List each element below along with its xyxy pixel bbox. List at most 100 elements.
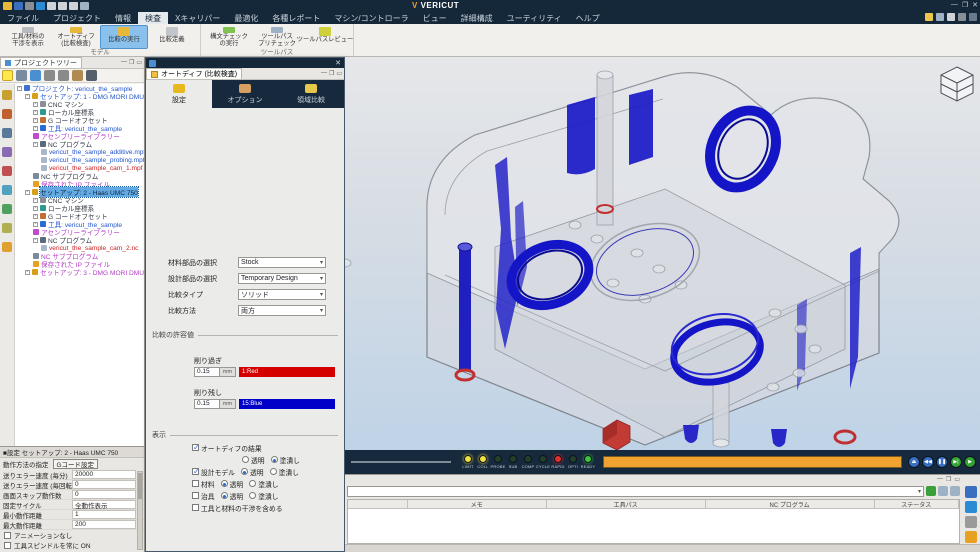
dialog-tab-オプション[interactable]: オプション [212, 80, 278, 108]
save-icon[interactable] [14, 2, 23, 10]
radio-button[interactable] [241, 468, 248, 475]
expander-icon[interactable]: - [33, 102, 38, 107]
menu-10[interactable]: ユーティリティ [500, 12, 569, 25]
expander-icon[interactable]: - [33, 142, 38, 147]
redo-icon[interactable] [58, 70, 69, 81]
menu-6[interactable]: 各種レポート [265, 12, 327, 25]
play-button[interactable]: ▶ [964, 456, 976, 468]
tree-item[interactable]: vericut_the_sample_additive.mpf [15, 148, 144, 156]
expander-icon[interactable]: - [33, 238, 38, 243]
logger-ctl-2[interactable]: ▭ [954, 476, 960, 483]
collapse-ribbon-icon[interactable] [969, 13, 977, 21]
lock-icon[interactable] [2, 109, 12, 119]
gears-icon[interactable] [2, 147, 12, 157]
log-note-icon[interactable] [965, 531, 977, 543]
menu-11[interactable]: ヘルプ [569, 12, 607, 25]
info-icon[interactable] [36, 2, 45, 10]
expander-icon[interactable]: - [33, 110, 38, 115]
tree-item[interactable]: -NC プログラム [15, 140, 144, 148]
machine-bank-icon[interactable] [16, 70, 27, 81]
rewind-button[interactable]: ◀◀ [922, 456, 934, 468]
expander-icon[interactable]: - [25, 94, 30, 99]
tree-item[interactable]: vericut_the_sample_probing.mpf [15, 156, 144, 164]
search-binoculars-icon[interactable] [86, 70, 97, 81]
field-select-3[interactable]: 両方▾ [238, 305, 326, 316]
field-select-0[interactable]: Stock▾ [238, 257, 326, 268]
3d-viewport[interactable] [345, 57, 980, 450]
graph-icon[interactable] [2, 204, 12, 214]
tree-item[interactable]: -NC プログラム [15, 236, 144, 244]
dialog-ctl-1[interactable]: ❐ [329, 70, 334, 77]
expander-icon[interactable]: - [33, 222, 38, 227]
checkbox[interactable] [192, 504, 199, 511]
layout-split-icon[interactable] [58, 2, 67, 10]
stop-button[interactable]: ⏏ [908, 456, 920, 468]
expander-icon[interactable]: - [33, 118, 38, 123]
dialog-close-button[interactable]: ✕ [335, 60, 341, 67]
settings-icon[interactable] [958, 13, 966, 21]
menu-2[interactable]: 情報 [108, 12, 138, 25]
refresh-icon[interactable] [926, 486, 936, 496]
field-select-1[interactable]: Temporary Design▾ [238, 273, 326, 284]
menu-7[interactable]: マシン/コントローラ [327, 12, 415, 25]
dialog-ctl-0[interactable]: — [321, 70, 327, 77]
folder-icon[interactable] [2, 242, 12, 252]
export-icon[interactable] [72, 70, 83, 81]
radio-button[interactable] [249, 492, 256, 499]
radio-button[interactable] [249, 480, 256, 487]
checkbox[interactable] [4, 542, 11, 549]
open-folder-icon[interactable] [3, 2, 12, 10]
step-button[interactable]: ▶| [950, 456, 962, 468]
check-icon[interactable] [965, 501, 977, 513]
menu-3[interactable]: 検査 [138, 12, 168, 25]
radio-button[interactable] [242, 456, 249, 463]
tab-motion-type[interactable]: 動作方法の指定 [3, 459, 49, 469]
sticky-note-icon[interactable] [925, 13, 933, 21]
menu-0[interactable]: ファイル [0, 12, 46, 25]
tab-project-tree[interactable]: プロジェクトツリー [0, 57, 82, 68]
settings-value-input[interactable]: 全動作表示 [72, 500, 136, 509]
tolerance-value-input[interactable]: 0.15 [194, 399, 220, 409]
notes-icon[interactable] [2, 223, 12, 233]
pause-button[interactable]: ❚❚ [936, 456, 948, 468]
expander-icon[interactable]: - [25, 270, 30, 275]
undo-icon[interactable] [44, 70, 55, 81]
logger-ctl-0[interactable]: — [937, 476, 943, 483]
expander-icon[interactable]: - [25, 190, 30, 195]
close-button[interactable]: ✕ [972, 1, 978, 9]
tolerance-value-input[interactable]: 0.15 [194, 367, 220, 377]
checkbox[interactable] [192, 492, 199, 499]
checkbox[interactable] [192, 444, 199, 451]
help-icon[interactable] [947, 13, 955, 21]
menu-1[interactable]: プロジェクト [46, 12, 108, 25]
tree-ctl-0[interactable]: — [121, 59, 127, 66]
tree-item[interactable]: -セットアップ: 3 - DMG MORI DMU50 [15, 268, 144, 276]
settings-value-input[interactable]: 20000 [72, 470, 136, 479]
tolerance-color-swatch[interactable]: 15:Blue [239, 399, 335, 409]
menu-9[interactable]: 詳細構成 [454, 12, 500, 25]
search-icon[interactable] [936, 13, 944, 21]
dialog-tab-領域比較[interactable]: 領域比較 [278, 80, 344, 108]
expander-icon[interactable]: - [33, 198, 38, 203]
menu-4[interactable]: Xキャリパー [168, 12, 227, 25]
settings-value-input[interactable]: 1 [72, 510, 136, 519]
settings-value-input[interactable]: 0 [72, 490, 136, 499]
settings-value-input[interactable]: 200 [72, 520, 136, 529]
tab-auto-diff[interactable]: オートディフ (比較検査) [146, 68, 242, 79]
checkbox[interactable] [4, 532, 11, 539]
undo-icon[interactable] [25, 2, 34, 10]
edit-highlight-icon[interactable] [2, 70, 13, 81]
tab-gcode-settings[interactable]: Gコード設定 [53, 459, 99, 469]
pencil-icon[interactable] [2, 90, 12, 100]
radio-button[interactable] [221, 480, 228, 487]
radio-button[interactable] [270, 468, 277, 475]
layout-single-icon[interactable] [47, 2, 56, 10]
expander-icon[interactable]: - [33, 206, 38, 211]
components-icon[interactable] [30, 70, 41, 81]
radio-button[interactable] [271, 456, 278, 463]
dialog-tab-設定[interactable]: 設定 [146, 80, 212, 108]
field-select-2[interactable]: ソリッド▾ [238, 289, 326, 300]
dialog-ctl-2[interactable]: ▭ [336, 70, 342, 77]
tool-icon[interactable] [2, 185, 12, 195]
minimize-button[interactable]: — [951, 1, 958, 9]
